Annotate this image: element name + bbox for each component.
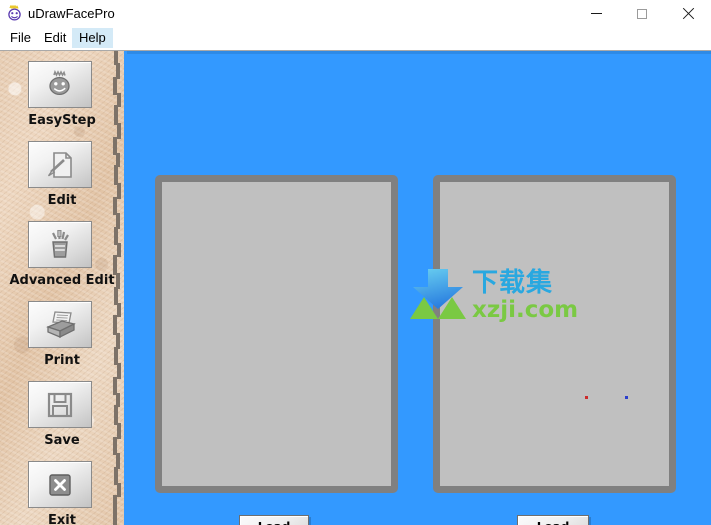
app-face-icon [6,5,24,23]
load-caricature-button[interactable]: Load Caricature [517,515,589,525]
client-area: EasyStep Edit Advanced Edit Print Save E… [0,51,711,525]
sidebar-button-print[interactable] [28,301,92,348]
face-icon [49,69,70,95]
sidebar-label-edit: Edit [47,193,77,208]
sidebar-label-save: Save [44,433,80,448]
sidebar-label-print: Print [44,353,80,368]
watermark-text: 下载集 [472,268,554,298]
marker-dot-blue [625,396,628,399]
photo-panel[interactable] [155,175,398,493]
close-icon [682,8,694,20]
menu-item-help[interactable]: Help [72,28,113,48]
floppy-disk-icon [47,392,73,417]
sidebar-button-edit[interactable] [28,141,92,188]
load-photo-line1: Load [258,520,291,525]
watermark-domain: xzji.com [472,297,579,323]
maximize-button[interactable] [619,0,665,27]
minimize-icon [590,13,602,14]
title-bar: uDrawFacePro [0,0,711,27]
sidebar-button-advanced-edit[interactable] [28,221,92,268]
marker-dot-red [585,396,588,399]
menu-item-edit[interactable]: Edit [37,28,73,48]
sidebar-button-save[interactable] [28,381,92,428]
watermark: 下载集 xzji.com [408,267,578,329]
sidebar-label-easystep: EasyStep [28,113,96,128]
page-pencil-icon [47,151,72,178]
menu-item-file[interactable]: File [3,28,38,48]
torn-paper-edge [108,51,128,525]
maximize-icon [637,8,647,19]
caricature-panel-surface [440,182,669,486]
printer-icon [46,310,76,338]
photo-panel-surface [162,182,391,486]
menu-bar: File Edit Help [0,27,711,50]
sidebar-label-advanced-edit: Advanced Edit [9,273,115,288]
pencil-cup-icon [52,229,69,258]
caricature-panel[interactable] [433,175,676,493]
application-window: uDrawFacePro File Edit Help EasyStep Edi… [0,0,711,525]
load-photo-button[interactable]: Load Photo [239,515,309,525]
load-caricature-line1: Load [537,520,570,525]
close-box-icon [49,473,71,496]
sidebar: EasyStep Edit Advanced Edit Print Save E… [0,51,124,525]
window-title: uDrawFacePro [28,6,115,21]
minimize-button[interactable] [573,0,619,27]
close-button[interactable] [665,0,711,27]
download-arrow-logo-icon [410,269,466,319]
canvas-top-bevel [127,51,711,54]
sidebar-button-easystep[interactable] [28,61,92,108]
sidebar-button-exit[interactable] [28,461,92,508]
sidebar-label-exit: Exit [48,513,76,525]
